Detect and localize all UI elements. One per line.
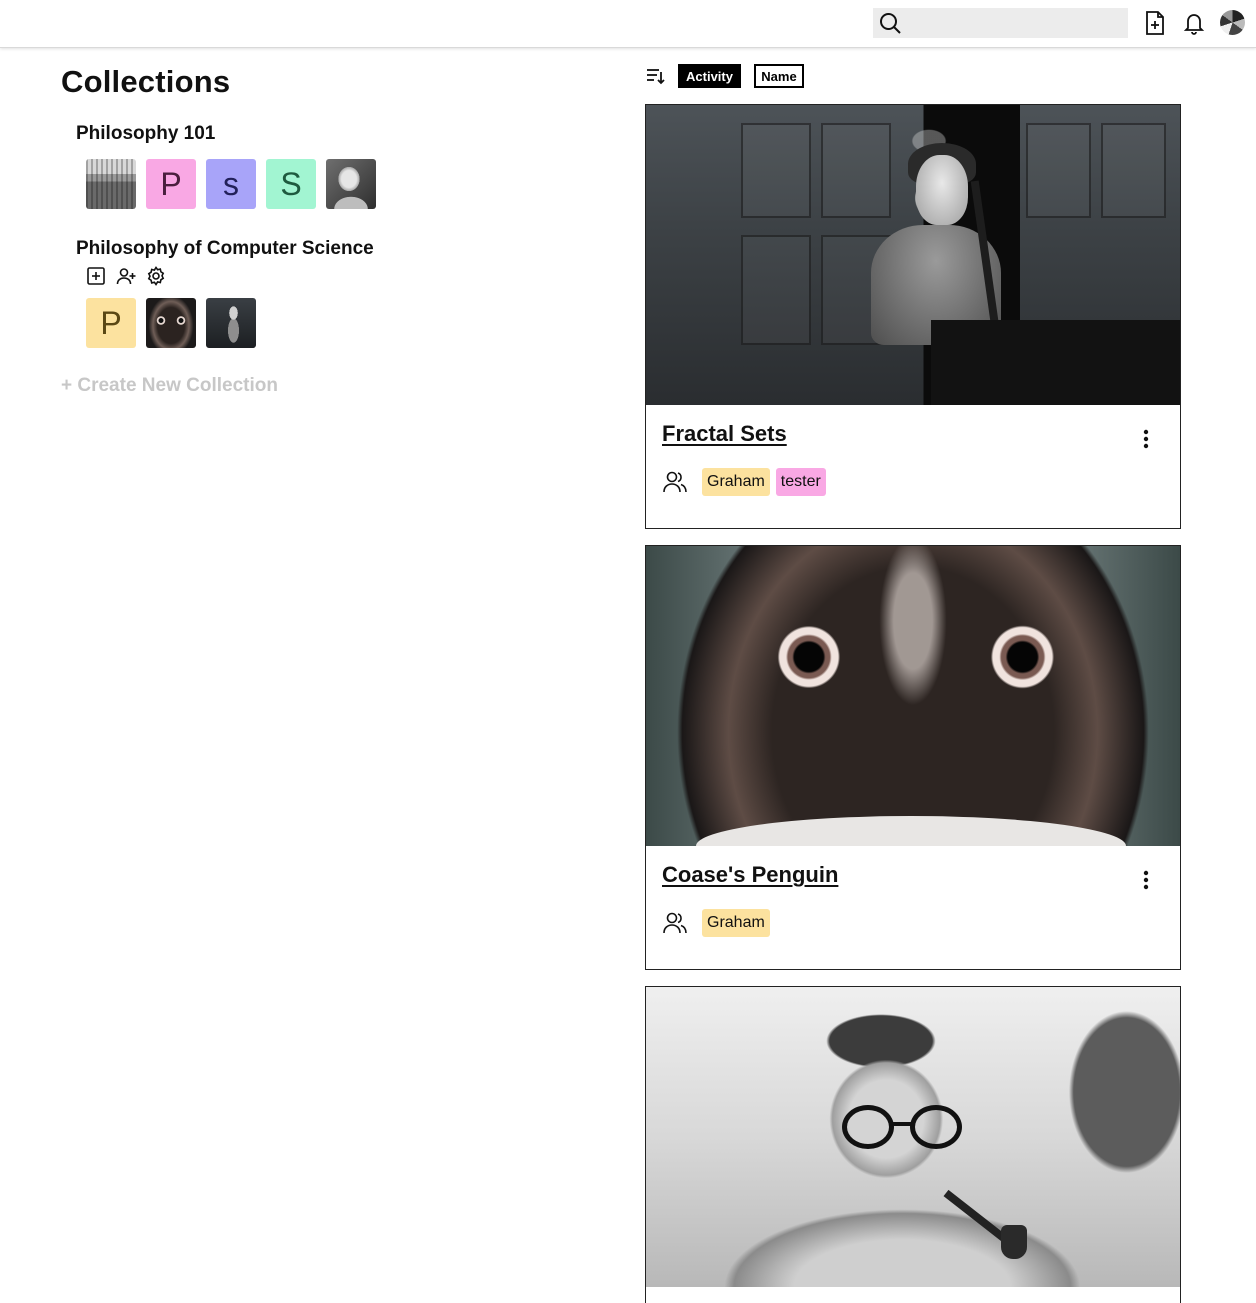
- document-card: Coase's Penguin Graham: [645, 545, 1181, 970]
- card-members: Graham tester: [662, 468, 826, 496]
- page-title: Collections: [61, 64, 231, 99]
- podium: [931, 320, 1180, 405]
- add-user-icon[interactable]: [116, 266, 136, 286]
- collection-title[interactable]: Philosophy of Computer Science: [76, 238, 374, 260]
- portrait-photo-tile[interactable]: [326, 159, 376, 209]
- sort-name-button[interactable]: Name: [754, 64, 804, 88]
- card-cover-image[interactable]: [646, 987, 1180, 1287]
- member-tag[interactable]: Graham: [702, 468, 770, 496]
- glasses-bridge: [892, 1122, 912, 1126]
- card-cover-image[interactable]: [646, 546, 1180, 846]
- settings-gear-icon[interactable]: [146, 266, 166, 286]
- collection-actions: [86, 266, 166, 286]
- search-icon[interactable]: [878, 11, 902, 35]
- letter-tile[interactable]: P: [146, 159, 196, 209]
- add-document-icon[interactable]: [86, 266, 106, 286]
- lecture-photo-tile[interactable]: [206, 298, 256, 348]
- collection-tiles: P: [86, 298, 256, 348]
- members-icon: [663, 471, 687, 493]
- crowd-photo-tile[interactable]: [86, 159, 136, 209]
- letter-tile[interactable]: P: [86, 298, 136, 348]
- member-tag[interactable]: Graham: [702, 909, 770, 937]
- more-options-icon[interactable]: [1136, 868, 1156, 892]
- member-tag[interactable]: tester: [775, 468, 826, 496]
- document-card: [645, 986, 1181, 1303]
- penguin-chest: [696, 816, 1126, 846]
- glasses-left-lens: [842, 1105, 894, 1149]
- pipe-bowl: [1001, 1225, 1027, 1259]
- more-options-icon[interactable]: [1136, 427, 1156, 451]
- card-title[interactable]: Fractal Sets: [662, 421, 787, 447]
- document-card: Fractal Sets Graham tester: [645, 104, 1181, 529]
- card-cover-image[interactable]: [646, 105, 1180, 405]
- search-input[interactable]: [873, 8, 1128, 38]
- members-icon: [663, 912, 687, 934]
- bell-icon[interactable]: [1182, 10, 1206, 36]
- user-avatar[interactable]: [1220, 10, 1245, 35]
- create-new-collection-button[interactable]: + Create New Collection: [61, 375, 278, 397]
- collection-tiles: P s S: [86, 159, 376, 209]
- collection-title[interactable]: Philosophy 101: [76, 123, 215, 145]
- glasses-right-lens: [910, 1105, 962, 1149]
- letter-tile[interactable]: s: [206, 159, 256, 209]
- letter-tile[interactable]: S: [266, 159, 316, 209]
- sort-activity-button[interactable]: Activity: [678, 64, 741, 88]
- new-document-icon[interactable]: [1143, 10, 1167, 36]
- card-members: Graham: [662, 909, 770, 937]
- speaker-head: [916, 155, 968, 225]
- top-bar: [0, 0, 1256, 48]
- card-title[interactable]: Coase's Penguin: [662, 862, 838, 888]
- sort-icon[interactable]: [645, 66, 665, 86]
- penguin-photo-tile[interactable]: [146, 298, 196, 348]
